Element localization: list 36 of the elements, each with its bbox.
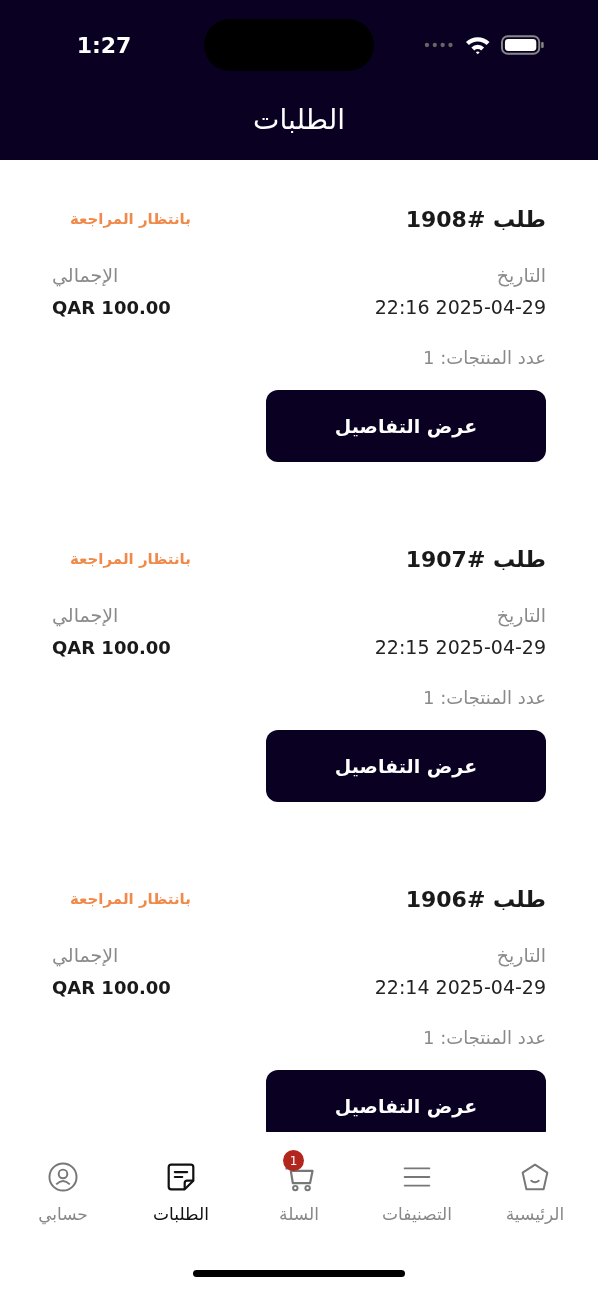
total-label: الإجمالي bbox=[52, 602, 119, 629]
tab-bar-item[interactable]: الطلبات bbox=[122, 1146, 240, 1228]
tab-bar-item[interactable]: التصنيفات bbox=[358, 1146, 476, 1228]
item-count: عدد المنتجات: 1 bbox=[423, 686, 546, 710]
details-button[interactable]: عرض التفاصيل bbox=[266, 730, 546, 802]
order-date: 2025-04-29 22:16 bbox=[374, 294, 546, 320]
item-count: عدد المنتجات: 1 bbox=[423, 346, 546, 370]
date-label: التاريخ bbox=[496, 602, 546, 629]
order-status: بانتظار المراجعة bbox=[70, 548, 191, 570]
order-title: طلب #1908 bbox=[405, 205, 546, 234]
total-label: الإجمالي bbox=[52, 942, 119, 969]
wifi-icon bbox=[465, 35, 491, 55]
order-total: QAR 100.00 bbox=[52, 295, 171, 320]
order-status: بانتظار المراجعة bbox=[70, 208, 191, 230]
home-icon bbox=[519, 1161, 551, 1193]
screen-title: الطلبات bbox=[253, 102, 345, 138]
order-total: QAR 100.00 bbox=[52, 635, 171, 660]
order-date: 2025-04-29 22:15 bbox=[374, 634, 546, 660]
cart-badge: 1 bbox=[283, 1150, 304, 1171]
tab-bar-item[interactable]: حسابي bbox=[4, 1146, 122, 1228]
date-label: التاريخ bbox=[496, 942, 546, 969]
date-label: التاريخ bbox=[496, 262, 546, 289]
details-button[interactable]: عرض التفاصيل bbox=[266, 1070, 546, 1132]
item-count: عدد المنتجات: 1 bbox=[423, 1026, 546, 1050]
total-label: الإجمالي bbox=[52, 262, 119, 289]
tab-bar-item[interactable]: الرئيسية bbox=[476, 1146, 594, 1228]
note-icon bbox=[165, 1161, 197, 1193]
order-title: طلب #1906 bbox=[405, 885, 546, 914]
battery-icon bbox=[500, 34, 544, 56]
order-total: QAR 100.00 bbox=[52, 975, 171, 1000]
status-time: 1:27 bbox=[75, 31, 133, 60]
user-icon bbox=[47, 1161, 79, 1193]
details-button[interactable]: عرض التفاصيل bbox=[266, 390, 546, 462]
order-status: بانتظار المراجعة bbox=[70, 888, 191, 910]
order-title: طلب #1907 bbox=[405, 545, 546, 574]
order-date: 2025-04-29 22:14 bbox=[374, 974, 546, 1000]
